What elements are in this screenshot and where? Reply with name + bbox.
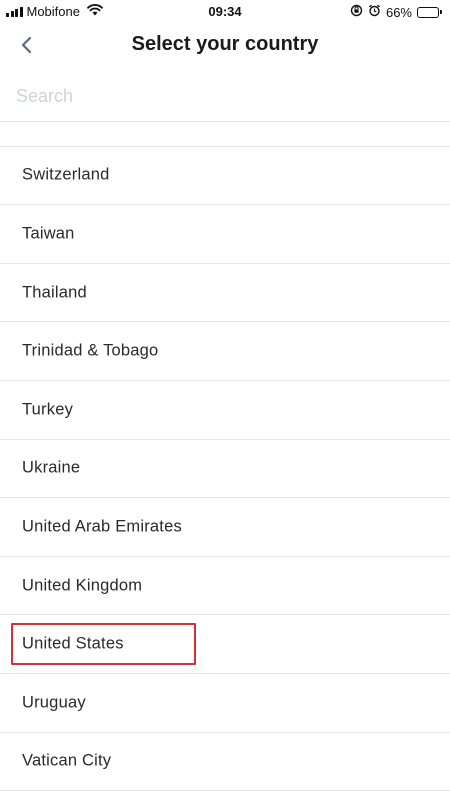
country-name: Sweden: [22, 122, 83, 126]
list-item[interactable]: United States: [0, 615, 450, 674]
list-item[interactable]: Turkey: [0, 381, 450, 440]
list-item[interactable]: United Arab Emirates: [0, 498, 450, 557]
list-item[interactable]: Uruguay: [0, 674, 450, 733]
list-item[interactable]: Sweden: [0, 122, 450, 147]
list-item[interactable]: Vatican City: [0, 733, 450, 792]
navigation-header: Select your country: [0, 24, 450, 68]
list-item[interactable]: Taiwan: [0, 205, 450, 264]
country-name: United States: [22, 634, 124, 653]
page-title: Select your country: [131, 33, 319, 55]
country-name: Vatican City: [22, 751, 112, 770]
list-item[interactable]: Ukraine: [0, 440, 450, 499]
battery-icon: [417, 6, 442, 18]
country-name: Turkey: [22, 400, 74, 419]
status-bar: Mobifone 09:34 66%: [0, 0, 450, 24]
battery-percent: 66%: [385, 4, 412, 20]
status-right: 66%: [350, 4, 442, 20]
country-name: Trinidad & Tobago: [22, 341, 159, 360]
country-list[interactable]: Sweden Switzerland Taiwan Thailand Trinidad …: [0, 122, 450, 800]
country-name: Uruguay: [22, 693, 86, 712]
list-item[interactable]: Trinidad & Tobago: [0, 322, 450, 381]
country-name: Ukraine: [22, 458, 81, 477]
orientation-lock-icon: [350, 4, 363, 20]
country-name: Thailand: [22, 283, 87, 302]
country-name: United Arab Emirates: [22, 517, 182, 536]
country-name: Taiwan: [22, 224, 75, 243]
list-item[interactable]: Thailand: [0, 264, 450, 323]
country-name: Switzerland: [22, 165, 110, 184]
country-name: United Kingdom: [22, 576, 143, 595]
country-list-content: Sweden Switzerland Taiwan Thailand Trinidad …: [0, 122, 450, 792]
search-input[interactable]: [16, 82, 436, 110]
list-item[interactable]: Switzerland: [0, 147, 450, 206]
alarm-icon: [368, 4, 381, 20]
list-item[interactable]: United Kingdom: [0, 557, 450, 616]
